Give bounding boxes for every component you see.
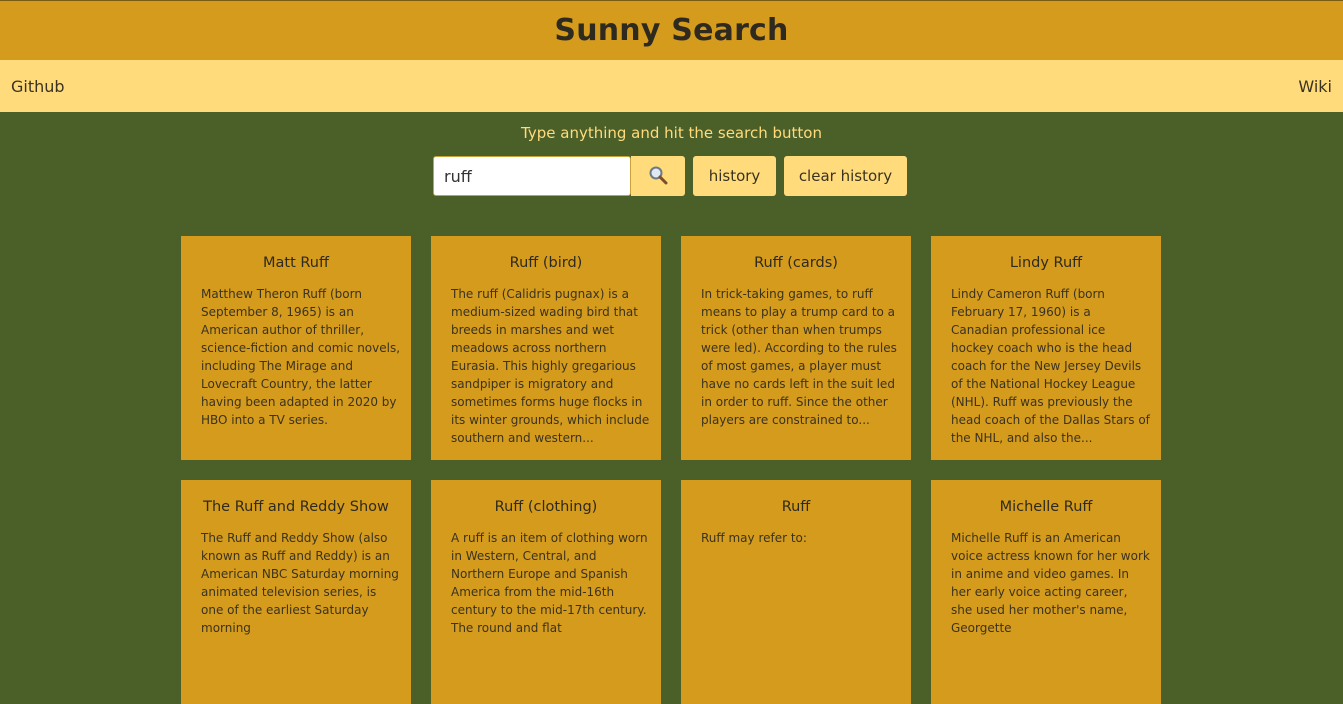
result-card[interactable]: Ruff (cards) In trick-taking games, to r…: [681, 236, 911, 460]
result-title: Ruff (bird): [509, 255, 583, 271]
result-snippet: The ruff (Calidris pugnax) is a medium-s…: [451, 287, 650, 445]
result-snippet: Michelle Ruff is an American voice actre…: [951, 531, 1150, 635]
result-snippet: In trick-taking games, to ruff means to …: [701, 287, 897, 427]
result-snippet: Matthew Theron Ruff (born September 8, 1…: [201, 287, 401, 427]
search-input[interactable]: [433, 156, 631, 196]
result-card[interactable]: Ruff (clothing) A ruff is an item of clo…: [431, 480, 661, 704]
result-title: Lindy Ruff: [1009, 255, 1083, 271]
result-snippet: The Ruff and Reddy Show (also known as R…: [201, 531, 399, 635]
result-card[interactable]: Lindy Ruff Lindy Cameron Ruff (born Febr…: [931, 236, 1161, 460]
history-button[interactable]: history: [693, 156, 776, 196]
result-snippet: Ruff may refer to:: [701, 531, 807, 545]
result-snippet: A ruff is an item of clothing worn in We…: [451, 531, 648, 635]
github-link[interactable]: Github: [11, 77, 65, 96]
result-card[interactable]: Matt Ruff Matthew Theron Ruff (born Sept…: [181, 236, 411, 460]
result-card[interactable]: Ruff Ruff may refer to:: [681, 480, 911, 704]
result-card[interactable]: Michelle Ruff Michelle Ruff is an Americ…: [931, 480, 1161, 704]
result-title: The Ruff and Reddy Show: [203, 499, 389, 515]
result-title: Ruff: [781, 499, 811, 515]
clear-history-button[interactable]: clear history: [784, 156, 907, 196]
app-header: Sunny Search: [0, 0, 1343, 60]
app-title: Sunny Search: [554, 13, 789, 48]
result-title: Michelle Ruff: [999, 499, 1093, 515]
result-title: Ruff (clothing): [494, 499, 598, 515]
search-bar: history clear history: [433, 156, 907, 196]
result-card[interactable]: Ruff (bird) The ruff (Calidris pugnax) i…: [431, 236, 661, 460]
wiki-link[interactable]: Wiki: [1298, 77, 1332, 96]
result-title: Ruff (cards): [754, 255, 838, 271]
nav-bar: Github Wiki: [0, 60, 1343, 112]
search-button[interactable]: [631, 156, 685, 196]
magnifier-icon: [648, 165, 668, 188]
results-grid: Matt Ruff Matthew Theron Ruff (born Sept…: [181, 236, 1161, 704]
result-title: Matt Ruff: [263, 255, 329, 271]
result-card[interactable]: The Ruff and Reddy Show The Ruff and Red…: [181, 480, 411, 704]
result-snippet: Lindy Cameron Ruff (born February 17, 19…: [951, 287, 1150, 445]
search-hint: Type anything and hit the search button: [521, 124, 822, 142]
